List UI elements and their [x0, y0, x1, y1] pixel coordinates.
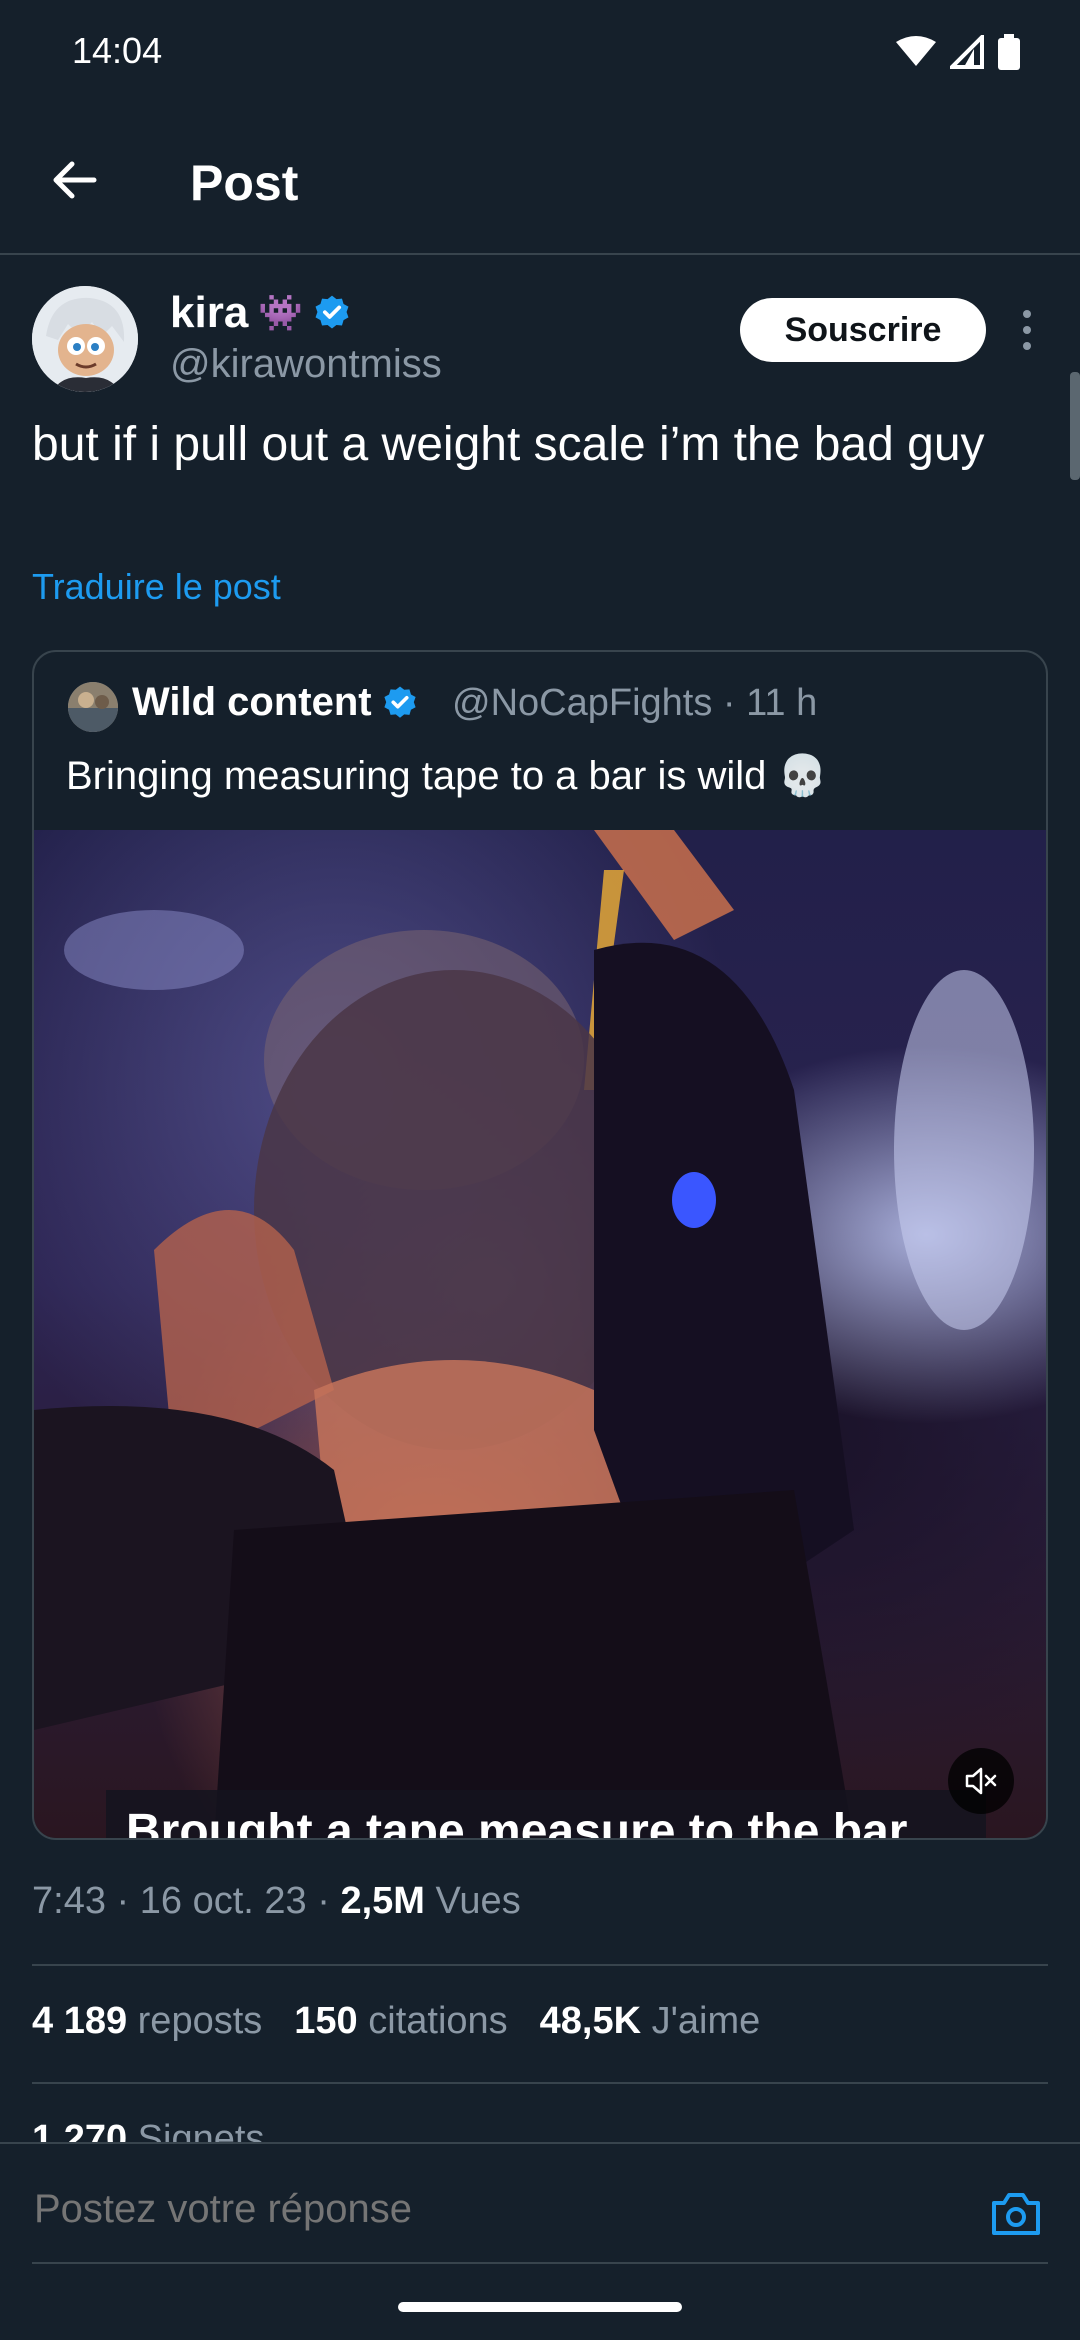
battery-icon: [998, 34, 1020, 70]
quote-author-name-row: Wild content: [132, 680, 418, 725]
meta-separator: ·: [317, 1880, 341, 1922]
author-avatar[interactable]: [32, 286, 138, 392]
views-count: 2,5M: [340, 1880, 425, 1922]
stats-divider: [32, 2082, 1048, 2084]
back-button[interactable]: [44, 150, 104, 210]
mute-button[interactable]: [948, 1748, 1014, 1814]
bookmarks-stat[interactable]: 1 270 Signets: [32, 2118, 264, 2142]
reply-input[interactable]: [32, 2186, 936, 2233]
camera-icon: [992, 2193, 1040, 2235]
post-text: but if i pull out a weight scale i’m the…: [32, 418, 985, 471]
reposts-stat[interactable]: 4 189 reposts: [32, 2000, 262, 2043]
quotes-label: citations: [368, 2000, 508, 2042]
verified-badge-icon: [384, 686, 416, 718]
bookmarks-label: Signets: [137, 2118, 265, 2142]
speaker-muted-icon: [965, 1767, 997, 1795]
author-emoji: 👾: [258, 292, 304, 333]
camera-button[interactable]: [988, 2186, 1044, 2242]
views-label: Vues: [435, 1880, 521, 1922]
more-dot-icon: [1023, 342, 1031, 350]
reposts-label: reposts: [137, 2000, 263, 2042]
quoted-post-card[interactable]: Wild content @NoCapFights · 11 h Bringin…: [32, 650, 1048, 1840]
verified-badge-icon: [315, 295, 349, 329]
status-icons: [896, 34, 1020, 70]
quote-avatar-image: [68, 682, 118, 732]
translate-link[interactable]: Traduire le post: [32, 566, 281, 608]
header-divider: [0, 253, 1080, 255]
more-dot-icon: [1023, 310, 1031, 318]
video-caption: Brought a tape measure to the bar: [106, 1790, 986, 1838]
status-time: 14:04: [72, 30, 163, 71]
more-options-button[interactable]: [1008, 300, 1046, 360]
avatar-image: [32, 286, 138, 392]
post-date: 16 oct. 23: [139, 1880, 307, 1922]
reposts-count: 4 189: [32, 2000, 128, 2042]
reply-divider: [32, 2262, 1048, 2264]
likes-label: J'aime: [651, 2000, 761, 2042]
likes-stat[interactable]: 48,5K J'aime: [540, 2000, 761, 2043]
bookmarks-count: 1 270: [32, 2118, 128, 2142]
engagement-stats: 4 189 reposts 150 citations 48,5K J'aime: [32, 2000, 760, 2043]
video-frame-image: [34, 830, 1034, 1838]
author-name-row[interactable]: kira 👾: [170, 288, 351, 338]
page-title: Post: [190, 155, 299, 211]
author-handle[interactable]: @kirawontmiss: [170, 342, 442, 387]
quote-author-avatar: [68, 682, 118, 732]
post-meta: 7:43 · 16 oct. 23 · 2,5M Vues: [32, 1880, 521, 1923]
wifi-icon: [896, 36, 936, 66]
quote-text: Bringing measuring tape to a bar is wild…: [66, 754, 828, 798]
meta-divider: [32, 1964, 1048, 1966]
quote-author-name: Wild content: [132, 680, 372, 724]
video-player[interactable]: Brought a tape measure to the bar: [34, 830, 1046, 1838]
more-dot-icon: [1023, 326, 1031, 334]
quotes-stat[interactable]: 150 citations: [294, 2000, 507, 2043]
likes-count: 48,5K: [539, 2000, 642, 2042]
home-indicator[interactable]: [398, 2302, 682, 2312]
post-time: 7:43: [32, 1880, 106, 1922]
quote-handle-time: @NoCapFights · 11 h: [452, 682, 818, 724]
meta-separator: ·: [116, 1880, 140, 1922]
scrollbar[interactable]: [1070, 372, 1080, 480]
author-name: kira: [170, 288, 249, 337]
reply-bar: [0, 2142, 1080, 2268]
arrow-left-icon: [53, 161, 97, 199]
quotes-count: 150: [294, 2000, 358, 2042]
subscribe-button[interactable]: Souscrire: [740, 298, 986, 362]
signal-icon: [950, 35, 984, 69]
